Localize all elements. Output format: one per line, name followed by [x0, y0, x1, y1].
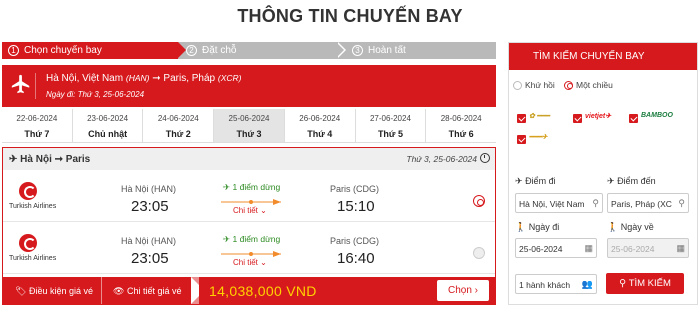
vietravel-logo-icon: ━━━✈	[529, 134, 548, 141]
origin-field[interactable]: Hà Nội, Việt Nam ⚲	[515, 193, 603, 213]
flight-detail-link[interactable]: Chi tiết ⌄	[233, 206, 267, 215]
users-icon: 👥	[581, 279, 593, 289]
flight-results: ✈ Hà Nội ➞ Paris Thứ 3, 25-06-2024 Turki…	[2, 147, 496, 305]
date-tab[interactable]: 24-06-2024 Thứ 2	[143, 109, 215, 142]
date-tab[interactable]: 26-06-2024 Thứ 4	[284, 109, 356, 142]
clock-icon[interactable]	[480, 153, 490, 163]
plane-icon	[10, 73, 36, 99]
depart-date-field[interactable]: 25-06-2024 ▦	[515, 238, 597, 258]
route-text: Hà Nội, Việt Nam (HAN) ➞ Paris, Pháp (XC…	[46, 73, 242, 84]
search-button[interactable]: ⚲ TÌM KIẾM	[606, 273, 684, 294]
date-tab-selected[interactable]: 25-06-2024 Thứ 3	[214, 109, 285, 142]
total-price: 14,038,000 VND	[209, 283, 317, 299]
location-pin-icon: ⚲	[592, 198, 599, 208]
vietnam-airlines-logo-icon: ✿ ━━━	[529, 113, 550, 120]
date-tabs: 22-06-2024 Thứ 7 23-06-2024 Chủ nhật 24-06…	[2, 109, 497, 143]
round-trip-radio[interactable]: Khứ hồi	[513, 80, 555, 90]
flight-row[interactable]: Turkish Airlines Hà Nội (HAN) 23:05 ✈ 1 …	[3, 224, 495, 274]
destination-field[interactable]: Paris, Pháp (XC ⚲	[607, 193, 689, 213]
fare-detail-link[interactable]: 👁 Chi tiết giá vé	[113, 286, 181, 297]
airline-checkbox[interactable]	[517, 114, 526, 123]
walking-icon: 🚶	[607, 222, 619, 232]
flight-select-radio[interactable]	[473, 247, 485, 259]
one-way-radio[interactable]: Một chiều	[564, 80, 613, 90]
airline-checkbox[interactable]	[573, 114, 582, 123]
route-line-icon	[221, 199, 281, 205]
plane-icon: ✈	[607, 176, 615, 186]
search-panel: TÌM KIẾM CHUYẾN BAY Khứ hồi Một chiều ✿ …	[508, 42, 698, 305]
airline-checkbox[interactable]	[629, 114, 638, 123]
vietjet-logo-icon: vietjet✈	[585, 113, 612, 120]
search-icon: ⚲	[619, 278, 627, 289]
date-tab[interactable]: 27-06-2024 Thứ 5	[355, 109, 427, 142]
fare-rules-link[interactable]: 🏷 Điều kiện giá vé	[15, 286, 93, 297]
bamboo-logo-icon: BAMBOO	[641, 112, 673, 119]
walking-icon: 🚶	[515, 222, 527, 232]
route-date: Ngày đi: Thứ 3, 25-06-2024	[46, 90, 145, 99]
date-tab[interactable]: 28-06-2024 Thứ 6	[426, 109, 497, 142]
step-complete: 3 Hoàn tất	[352, 42, 406, 59]
return-date-field[interactable]: 25-06-2024 ▦	[607, 238, 689, 258]
step-booking: 2 Đặt chỗ	[186, 42, 236, 59]
turkish-airlines-logo-icon	[19, 234, 37, 252]
tag-icon: 🏷	[15, 286, 27, 296]
route-header: Hà Nội, Việt Nam (HAN) ➞ Paris, Pháp (XC…	[2, 65, 496, 107]
calendar-icon: ▦	[584, 243, 593, 253]
search-panel-title: TÌM KIẾM CHUYẾN BAY	[509, 43, 697, 70]
date-tab[interactable]: 22-06-2024 Thứ 7	[2, 109, 73, 142]
flight-detail-link[interactable]: Chi tiết ⌄	[233, 258, 267, 267]
passengers-field[interactable]: 1 hành khách 👥	[515, 274, 597, 294]
plane-icon: ✈	[223, 234, 231, 244]
flight-results-header: ✈ Hà Nội ➞ Paris Thứ 3, 25-06-2024	[3, 148, 495, 170]
flight-select-radio[interactable]	[473, 195, 485, 207]
arrow-right-icon: ➞	[152, 73, 161, 84]
flight-row[interactable]: Turkish Airlines Hà Nội (HAN) 23:05 ✈ 1 …	[3, 172, 495, 222]
plane-icon: ✈	[223, 182, 231, 192]
location-pin-icon: ⚲	[678, 198, 685, 208]
page-title: THÔNG TIN CHUYẾN BAY	[237, 6, 463, 26]
calendar-icon: ▦	[676, 243, 685, 253]
step-select-flight: 1 Chọn chuyến bay	[2, 42, 178, 59]
plane-icon: ✈	[9, 154, 18, 165]
choose-button[interactable]: Chọn ›	[437, 280, 489, 301]
turkish-airlines-logo-icon	[19, 182, 37, 200]
airline-checkbox[interactable]	[517, 135, 526, 144]
flight-footer: 🏷 Điều kiện giá vé 👁 Chi tiết giá vé 14,…	[3, 277, 495, 304]
date-tab[interactable]: 23-06-2024 Chủ nhật	[72, 109, 144, 142]
booking-steps: 1 Chọn chuyến bay 2 Đặt chỗ 3 Hoàn tất	[2, 42, 496, 59]
plane-icon: ✈	[515, 176, 523, 186]
route-line-icon	[221, 251, 281, 257]
eye-icon: 👁	[113, 286, 125, 296]
